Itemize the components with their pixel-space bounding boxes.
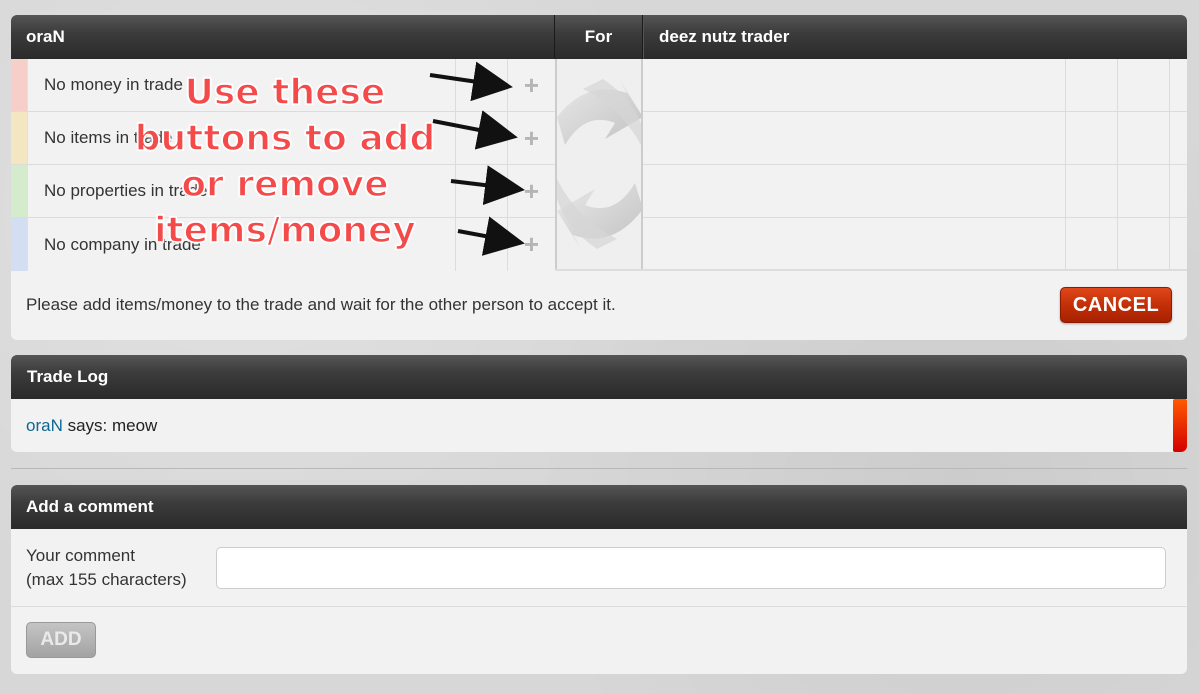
- divider: [11, 468, 1187, 469]
- comment-label: Your comment (max 155 characters): [11, 544, 216, 592]
- right-user-name: deez nutz trader: [659, 27, 790, 46]
- comment-footer: ADD: [11, 607, 1187, 673]
- exchange-column: [555, 59, 643, 269]
- properties-color-strip: [11, 165, 27, 217]
- company-label: No company in trade: [27, 218, 455, 271]
- their-row: [643, 59, 1187, 112]
- comment-title: Add a comment: [11, 485, 1187, 529]
- properties-label: No properties in trade: [27, 165, 455, 217]
- money-color-strip: [11, 59, 27, 111]
- their-offer-column: [643, 59, 1187, 271]
- trade-instructions: Please add items/money to the trade and …: [26, 295, 616, 314]
- their-row: [643, 165, 1187, 218]
- company-color-strip: [11, 218, 27, 271]
- add-money-button[interactable]: +: [507, 59, 555, 111]
- comment-input[interactable]: [216, 546, 1166, 589]
- trade-footer: Please add items/money to the trade and …: [11, 271, 1187, 339]
- trade-log-panel: Trade Log oraN says: meow: [11, 355, 1187, 452]
- trade-row-properties: No properties in trade +: [11, 165, 555, 218]
- exchange-arrows-icon: [557, 79, 641, 249]
- my-offer-column: No money in trade + No items in trade + …: [11, 59, 555, 271]
- trade-row-company: No company in trade +: [11, 218, 555, 271]
- money-cell: [455, 59, 507, 111]
- log-entry: oraN says: meow: [11, 399, 1187, 452]
- log-message: says: meow: [62, 415, 158, 435]
- their-row: [643, 218, 1187, 271]
- add-comment-button[interactable]: ADD: [26, 622, 96, 658]
- items-label: No items in trade: [27, 112, 455, 164]
- add-properties-button[interactable]: +: [507, 165, 555, 217]
- trade-log-title: Trade Log: [11, 355, 1187, 399]
- comment-label-line1: Your comment: [26, 545, 135, 565]
- properties-cell: [455, 165, 507, 217]
- log-scrollbar[interactable]: [1173, 399, 1187, 452]
- their-row: [643, 112, 1187, 165]
- for-label: For: [555, 15, 643, 59]
- comment-body: Your comment (max 155 characters): [11, 529, 1187, 607]
- trade-row-money: No money in trade +: [11, 59, 555, 112]
- items-cell: [455, 112, 507, 164]
- add-items-button[interactable]: +: [507, 112, 555, 164]
- trade-body: No money in trade + No items in trade + …: [11, 59, 1187, 271]
- trade-header: oraN For deez nutz trader: [11, 15, 1187, 59]
- log-user-link[interactable]: oraN: [26, 416, 63, 436]
- left-user-name: oraN: [11, 15, 555, 59]
- add-company-button[interactable]: +: [507, 218, 555, 271]
- trade-panel: oraN For deez nutz trader No money in tr…: [11, 15, 1187, 340]
- comment-panel: Add a comment Your comment (max 155 char…: [11, 485, 1187, 674]
- money-label: No money in trade: [27, 59, 455, 111]
- cancel-button[interactable]: CANCEL: [1060, 287, 1172, 323]
- items-color-strip: [11, 112, 27, 164]
- trade-row-items: No items in trade +: [11, 112, 555, 165]
- company-cell: [455, 218, 507, 271]
- comment-label-line2: (max 155 characters): [26, 569, 187, 589]
